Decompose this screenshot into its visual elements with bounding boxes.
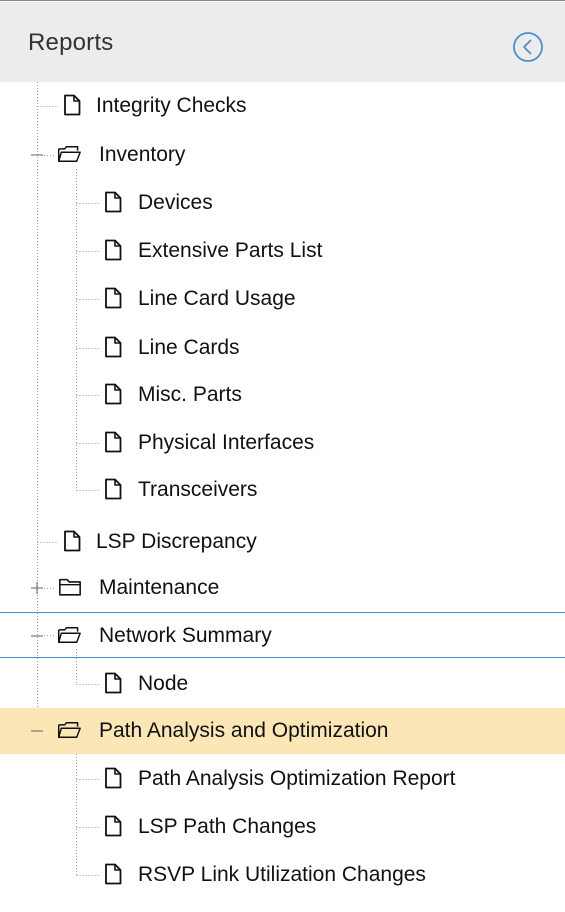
tree-item-physical-interfaces[interactable]: Physical Interfaces [0,420,565,466]
collapse-minus-icon[interactable] [30,629,44,643]
collapse-minus-icon[interactable] [30,724,44,738]
open-folder-icon [57,145,81,163]
document-icon [105,191,122,213]
tree-item-lsp-path-changes[interactable]: LSP Path Changes [0,804,565,850]
tree-item-label: Inventory [99,143,186,166]
reports-panel: Reports Integrity Checks Inventory Devic… [0,0,565,912]
document-icon [105,383,122,405]
document-icon [105,287,122,309]
open-folder-icon [57,721,81,739]
tree-item-node[interactable]: Node [0,661,565,707]
tree-item-lsp-discrepancy[interactable]: LSP Discrepancy [0,519,565,565]
tree-item-label: Physical Interfaces [138,431,315,454]
tree-folder-maintenance[interactable]: Maintenance [0,565,565,611]
document-icon [64,94,81,116]
tree-item-line-card-usage[interactable]: Line Card Usage [0,276,565,322]
document-icon [105,336,122,358]
document-icon [64,530,81,552]
tree-item-line-cards[interactable]: Line Cards [0,325,565,371]
tree-item-label: Line Cards [138,336,240,359]
tree-item-rsvp-link-utilization-changes[interactable]: RSVP Link Utilization Changes [0,852,565,898]
tree-item-transceivers[interactable]: Transceivers [0,467,565,513]
open-folder-icon [57,626,81,644]
document-icon [105,767,122,789]
tree-item-path-analysis-optimization-report[interactable]: Path Analysis Optimization Report [0,756,565,802]
tree-item-label: RSVP Link Utilization Changes [138,863,426,886]
tree-item-label: Path Analysis Optimization Report [138,767,456,790]
tree-item-label: Node [138,672,189,695]
document-icon [105,239,122,261]
tree-folder-path-analysis-and-optimization[interactable]: Path Analysis and Optimization [0,708,565,754]
collapse-minus-icon[interactable] [30,148,44,162]
tree-item-label: LSP Path Changes [138,815,317,838]
tree-item-label: Misc. Parts [138,383,242,406]
closed-folder-icon [59,578,81,596]
tree-item-label: Path Analysis and Optimization [99,719,389,742]
tree-item-label: Transceivers [138,478,258,501]
expand-plus-icon[interactable] [30,581,44,595]
tree-item-label: Maintenance [99,576,220,599]
tree-item-label: Devices [138,191,213,214]
tree-item-extensive-parts-list[interactable]: Extensive Parts List [0,228,565,274]
tree-folder-inventory[interactable]: Inventory [0,132,565,178]
tree-item-misc-parts[interactable]: Misc. Parts [0,372,565,418]
document-icon [105,863,122,885]
reports-tree: Integrity Checks Inventory Devices Exten… [0,1,565,912]
tree-folder-network-summary[interactable]: Network Summary [0,612,565,658]
document-icon [105,478,122,500]
document-icon [105,815,122,837]
tree-item-devices[interactable]: Devices [0,180,565,226]
tree-item-label: Extensive Parts List [138,239,323,262]
tree-item-label: Line Card Usage [138,287,296,310]
tree-item-label: Integrity Checks [96,94,247,117]
document-icon [105,672,122,694]
tree-item-integrity-checks[interactable]: Integrity Checks [0,83,565,129]
tree-item-label: Network Summary [99,624,272,647]
document-icon [105,431,122,453]
tree-item-label: LSP Discrepancy [96,530,257,553]
